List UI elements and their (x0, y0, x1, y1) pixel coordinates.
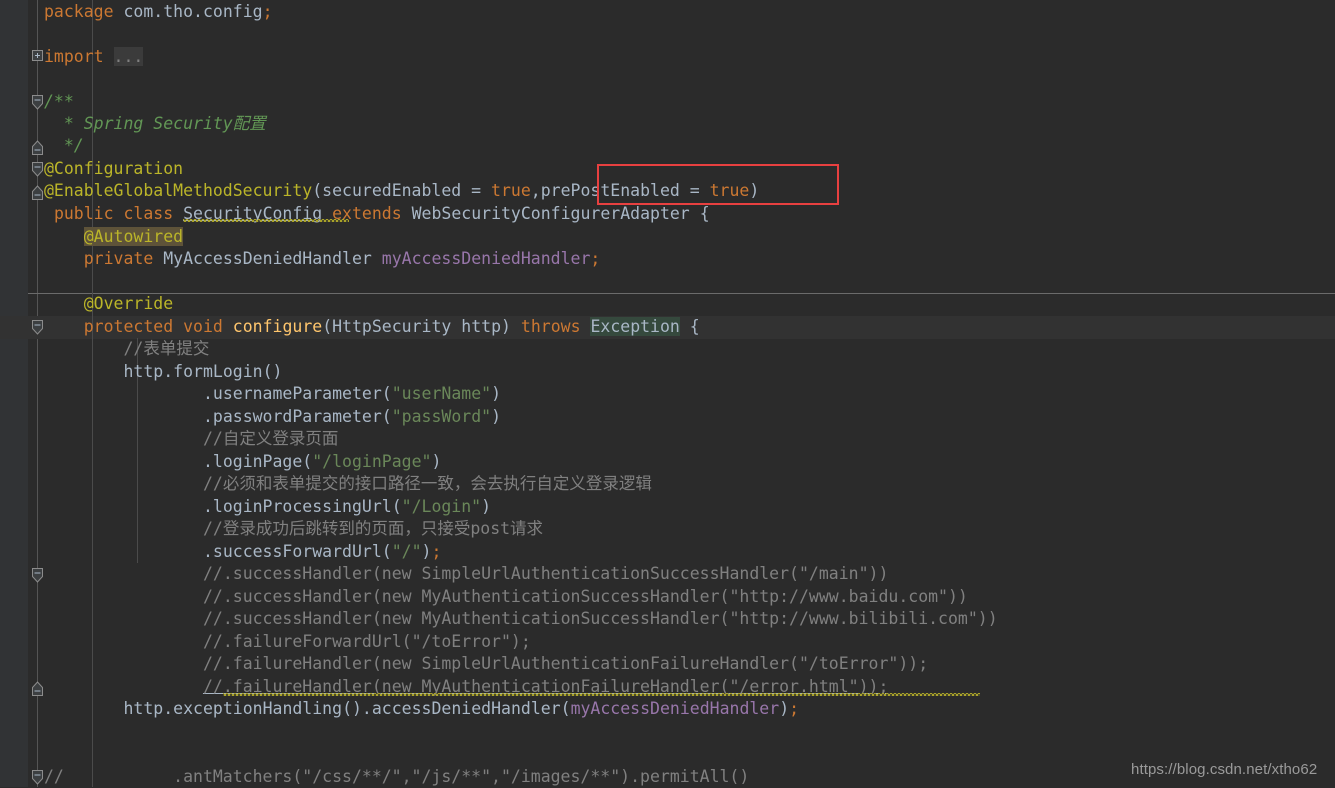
code-line[interactable] (0, 23, 1335, 45)
code-line[interactable]: //表单提交 (0, 338, 1335, 360)
fold-start-comment-block-icon[interactable] (32, 770, 43, 785)
code-line-text: //.successHandler(new MyAuthenticationSu… (202, 587, 968, 606)
code-line[interactable]: protected void configure(HttpSecurity ht… (0, 316, 1335, 338)
code-line[interactable]: .loginProcessingUrl("/Login") (0, 496, 1335, 518)
code-line-text: //表单提交 (123, 339, 210, 358)
fold-start-class-icon[interactable] (32, 162, 43, 177)
code-line[interactable]: @Override (0, 293, 1335, 315)
code-line-text: .loginProcessingUrl("/Login") (202, 497, 492, 516)
code-line-text: /** (44, 92, 74, 111)
code-line-text: private MyAccessDeniedHandler myAccessDe… (83, 249, 601, 268)
code-line[interactable]: @EnableGlobalMethodSecurity(securedEnabl… (0, 180, 1335, 202)
fold-end-javadoc-icon[interactable] (32, 140, 43, 155)
code-line-text: @EnableGlobalMethodSecurity(securedEnabl… (44, 181, 760, 200)
code-line-text: */ (44, 136, 84, 155)
code-line[interactable]: @Autowired (0, 226, 1335, 248)
code-line-text: // .antMatchers("/css/**/","/js/**","/im… (44, 767, 750, 786)
code-line-text: .successForwardUrl("/"); (202, 542, 442, 561)
watermark-url: https://blog.csdn.net/xtho62 (1131, 761, 1318, 778)
code-line-text: //.failureForwardUrl("/toError"); (202, 632, 531, 651)
code-line-text: //.failureHandler(new SimpleUrlAuthentic… (202, 654, 929, 673)
code-line[interactable]: * Spring Security配置 (0, 113, 1335, 135)
code-line[interactable]: .successForwardUrl("/"); (0, 541, 1335, 563)
code-line-text: //.successHandler(new SimpleUrlAuthentic… (202, 564, 889, 583)
code-line[interactable]: import ... (0, 46, 1335, 68)
fold-end-block-icon[interactable] (32, 681, 43, 696)
code-line[interactable]: //.failureHandler(new SimpleUrlAuthentic… (0, 653, 1335, 675)
code-line-text: //登录成功后跳转到的页面，只接受post请求 (202, 519, 544, 538)
code-line[interactable]: //.successHandler(new MyAuthenticationSu… (0, 586, 1335, 608)
code-line-text: //自定义登录页面 (202, 429, 339, 448)
code-line-text: http.formLogin() (123, 362, 283, 381)
code-line[interactable]: http.formLogin() (0, 361, 1335, 383)
code-line[interactable]: //.successHandler(new SimpleUrlAuthentic… (0, 563, 1335, 585)
code-line[interactable]: private MyAccessDeniedHandler myAccessDe… (0, 248, 1335, 270)
code-line-text: .passwordParameter("passWord") (202, 407, 501, 426)
code-line-text: .usernameParameter("userName") (202, 384, 501, 403)
code-line[interactable] (0, 271, 1335, 293)
code-line[interactable]: //.successHandler(new MyAuthenticationSu… (0, 608, 1335, 630)
code-line-text: //.successHandler(new MyAuthenticationSu… (202, 609, 998, 628)
code-line[interactable]: //登录成功后跳转到的页面，只接受post请求 (0, 518, 1335, 540)
code-line-text: * Spring Security配置 (44, 114, 266, 133)
code-line-text: protected void configure(HttpSecurity ht… (83, 317, 700, 336)
code-line[interactable]: */ (0, 135, 1335, 157)
code-line[interactable]: //.failureForwardUrl("/toError"); (0, 631, 1335, 653)
code-line[interactable]: /** (0, 91, 1335, 113)
code-line-text: http.exceptionHandling().accessDeniedHan… (123, 699, 800, 718)
code-line[interactable]: //自定义登录页面 (0, 428, 1335, 450)
code-line-text: @Autowired (83, 227, 184, 246)
code-line-text: package com.tho.config; (44, 2, 273, 21)
code-line[interactable]: .usernameParameter("userName") (0, 383, 1335, 405)
fold-collapsed-import-icon[interactable] (32, 50, 43, 61)
code-line[interactable]: public class SecurityConfig extends WebS… (0, 203, 1335, 225)
fold-start-javadoc-icon[interactable] (32, 95, 43, 110)
squiggle-securityconfig (183, 219, 349, 222)
fold-start-block-icon[interactable] (32, 568, 43, 583)
fold-end-annotation-icon[interactable] (32, 185, 43, 200)
code-editor[interactable]: package com.tho.config; import ... /** * S… (0, 0, 1335, 787)
code-line[interactable]: .passwordParameter("passWord") (0, 406, 1335, 428)
code-line[interactable]: http.exceptionHandling().accessDeniedHan… (0, 698, 1335, 720)
code-line[interactable] (0, 721, 1335, 743)
code-line[interactable]: //必须和表单提交的接口路径一致，会去执行自定义登录逻辑 (0, 473, 1335, 495)
code-line-text: @Override (83, 294, 174, 313)
squiggle-failurehandler-comment (223, 693, 980, 696)
code-line[interactable] (0, 68, 1335, 90)
code-line-text: //必须和表单提交的接口路径一致，会去执行自定义登录逻辑 (202, 474, 652, 493)
fold-start-method-icon[interactable] (32, 320, 43, 335)
code-line[interactable]: @Configuration (0, 158, 1335, 180)
code-line-text: @Configuration (44, 159, 184, 178)
code-line-text: import ... (44, 47, 144, 66)
code-line-text: public class SecurityConfig extends WebS… (53, 204, 710, 223)
code-line[interactable]: .loginPage("/loginPage") (0, 451, 1335, 473)
code-line-text: .loginPage("/loginPage") (202, 452, 442, 471)
code-line[interactable]: package com.tho.config; (0, 1, 1335, 23)
